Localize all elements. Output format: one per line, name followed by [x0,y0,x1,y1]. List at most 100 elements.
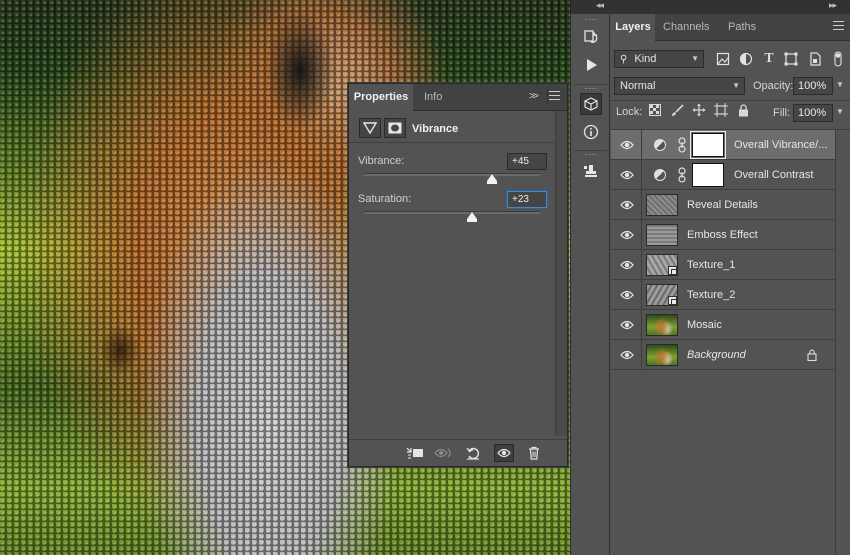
layer-name: Reveal Details [687,199,758,211]
layer-row-mosaic[interactable]: Mosaic [611,310,835,340]
tab-channels[interactable]: Channels [663,14,709,41]
play-action-icon[interactable] [580,54,602,76]
layer-thumbnail [646,344,678,366]
layer-name: Texture_2 [687,289,736,301]
opacity-chevron-icon[interactable]: ▼ [836,80,844,89]
clip-to-layer-icon[interactable] [405,444,425,462]
layers-panel: Layers Channels Paths ⚲ Kind ▼ T Normal … [611,14,850,555]
filter-kind-value: Kind [634,53,657,65]
fill-label: Fill: [773,107,791,119]
layer-row-background[interactable]: Background [611,340,835,370]
layers-panel-tabs: Layers Channels Paths [611,14,850,41]
visibility-eye-icon[interactable] [620,259,634,271]
history-icon[interactable] [580,26,602,48]
opacity-label: Opacity: [753,80,794,92]
layer-mask-thumbnail[interactable] [690,131,726,159]
link-chain-icon[interactable] [678,167,686,183]
chevron-down-icon: ▼ [732,81,740,90]
properties-panel-tabs: Properties Info >> [349,84,567,111]
lock-image-pixels-icon[interactable] [669,102,685,118]
filter-kind-dropdown[interactable]: ⚲ Kind ▼ [614,50,704,68]
properties-panel: Properties Info >> Vibrance Vibrance: +4… [348,83,568,467]
smart-object-badge-icon [668,296,677,305]
layer-row-overall-vibrance[interactable]: Overall Vibrance/... [611,130,835,160]
visibility-eye-icon[interactable] [620,319,634,331]
layer-row-texture-2[interactable]: Texture_2 [611,280,835,310]
layer-thumbnail [646,224,678,246]
panel-dock-topbar: ◂◂ ▸▸ [570,0,850,14]
panel-icon-strip [570,14,610,555]
properties-title: Vibrance [412,123,459,135]
link-chain-icon[interactable] [678,137,686,153]
saturation-input[interactable]: +23 [507,191,547,208]
vibrance-slider-track[interactable] [364,173,540,176]
layer-name: Overall Contrast [734,169,814,181]
visibility-eye-icon[interactable] [620,169,634,181]
filter-type-icon[interactable]: T [761,51,777,67]
adjustment-layer-icon [654,169,666,181]
lock-artboard-icon[interactable] [713,102,729,118]
tab-info[interactable]: Info [424,84,442,111]
clone-source-icon[interactable] [580,161,602,183]
vibrance-slider-thumb[interactable] [486,174,497,184]
saturation-slider-thumb[interactable] [467,212,478,222]
lock-label: Lock: [616,106,643,118]
fill-chevron-icon[interactable]: ▼ [836,107,844,116]
collapse-panel-icon[interactable]: >> [529,91,539,102]
vibrance-label: Vibrance: [358,155,405,167]
layer-thumbnail [646,194,678,216]
layers-panel-menu-icon[interactable] [833,21,844,30]
blend-mode-dropdown[interactable]: Normal ▼ [614,77,745,95]
layer-row-texture-1[interactable]: Texture_1 [611,250,835,280]
lock-transparent-pixels-icon[interactable] [647,102,663,118]
visibility-eye-icon[interactable] [494,444,514,462]
fill-input[interactable]: 100% [793,104,833,122]
saturation-slider-track[interactable] [364,211,540,214]
strip-grip[interactable] [585,19,597,21]
filter-pixel-icon[interactable] [715,51,731,67]
visibility-eye-icon[interactable] [620,289,634,301]
visibility-eye-icon[interactable] [620,199,634,211]
layer-row-reveal-details[interactable]: Reveal Details [611,190,835,220]
chevron-down-icon: ▼ [691,54,699,63]
layer-name: Background [687,349,746,361]
lock-icon[interactable] [807,349,817,361]
properties-scrollbar[interactable] [555,111,567,436]
filter-toggle-icon[interactable] [830,51,846,67]
layer-name: Texture_1 [687,259,736,271]
tab-paths[interactable]: Paths [728,14,756,41]
properties-header: Vibrance [349,111,555,143]
filter-shape-icon[interactable] [783,51,799,67]
opacity-input[interactable]: 100% [793,77,833,95]
vibrance-adjustment-icon [359,118,381,138]
view-previous-icon[interactable] [434,444,454,462]
visibility-eye-icon[interactable] [620,139,634,151]
mask-icon[interactable] [384,118,406,138]
properties-panel-menu-icon[interactable] [549,91,560,100]
vibrance-input[interactable]: +45 [507,153,547,170]
collapse-panels-icon[interactable]: ▸▸ [829,0,837,11]
blend-mode-value: Normal [620,80,656,92]
tab-properties[interactable]: Properties [349,84,413,111]
filter-smart-object-icon[interactable] [807,51,823,67]
3d-cube-icon[interactable] [580,93,602,115]
layer-row-overall-contrast[interactable]: Overall Contrast [611,160,835,190]
lock-all-icon[interactable] [735,102,751,118]
properties-footer [349,439,567,466]
filter-adjustment-icon[interactable] [738,51,754,67]
visibility-eye-icon[interactable] [620,229,634,241]
visibility-eye-icon[interactable] [620,349,634,361]
trash-icon[interactable] [524,444,544,462]
layer-name: Mosaic [687,319,722,331]
layer-mask-thumbnail[interactable] [692,163,724,187]
reset-icon[interactable] [463,444,483,462]
collapse-toolstrip-icon[interactable]: ◂◂ [596,0,604,11]
layer-thumbnail [646,314,678,336]
layers-scrollbar[interactable] [835,130,850,555]
smart-object-badge-icon [668,266,677,275]
tab-layers[interactable]: Layers [611,14,655,41]
saturation-label: Saturation: [358,193,412,205]
info-icon[interactable] [580,121,602,143]
lock-position-icon[interactable] [691,102,707,118]
layer-row-emboss-effect[interactable]: Emboss Effect [611,220,835,250]
